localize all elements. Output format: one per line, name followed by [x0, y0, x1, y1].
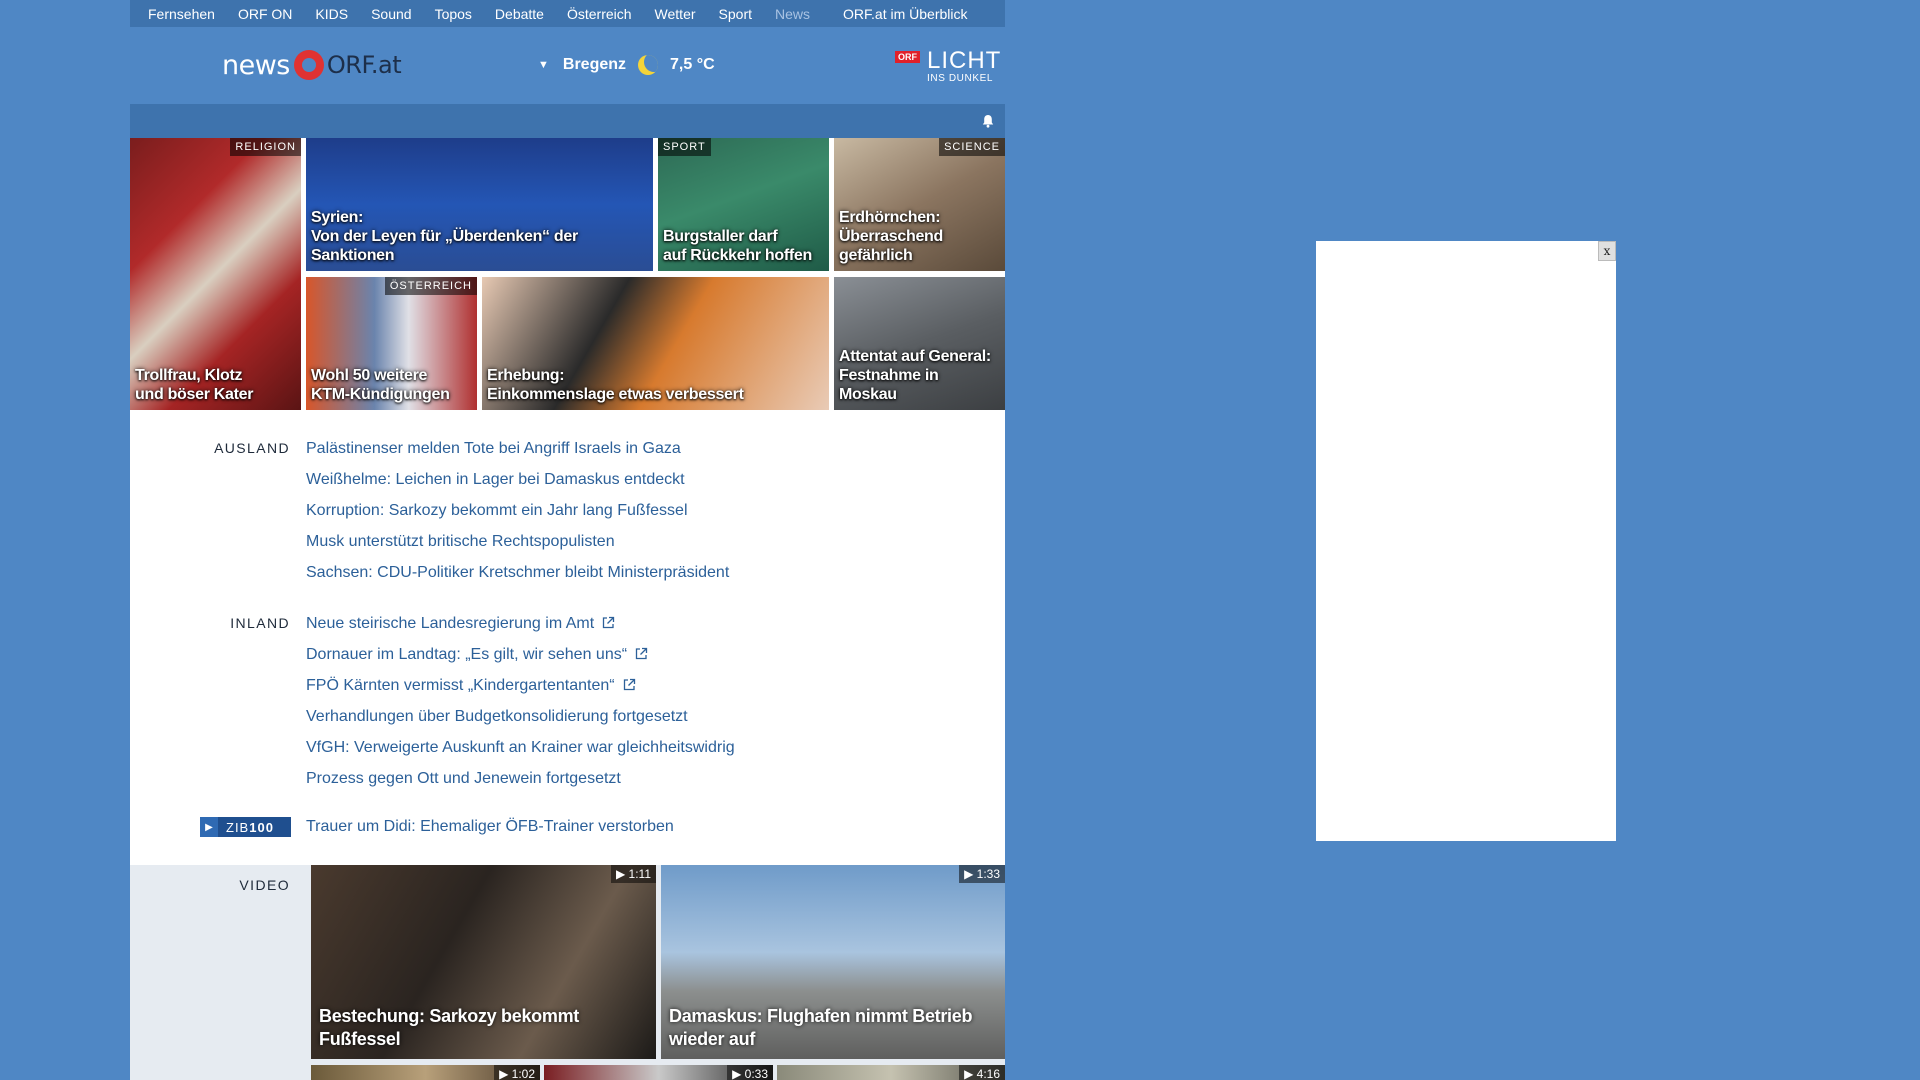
orf-eye-icon: [293, 50, 324, 80]
nav-topos[interactable]: Topos: [435, 6, 472, 22]
nav-news[interactable]: News: [775, 6, 810, 22]
headline-link[interactable]: FPÖ Kärnten vermisst „Kindergartentanten…: [306, 677, 735, 708]
tile-tag: RELIGION: [230, 138, 301, 156]
logo-news-text: news: [222, 49, 290, 81]
video-tile-3[interactable]: ▶ 1:02: [311, 1065, 540, 1080]
weather-location: Bregenz: [562, 56, 627, 73]
licht-ins-dunkel-logo[interactable]: ORF LICHT INS DUNKEL: [895, 47, 1005, 85]
nav-oesterreich[interactable]: Österreich: [567, 6, 632, 22]
caret-down-icon[interactable]: ▼: [538, 59, 549, 71]
video-duration: ▶ 0:33: [727, 1065, 773, 1080]
weather-temperature: 7,5 °C: [670, 56, 715, 73]
headline-link[interactable]: Trauer um Didi: Ehemaliger ÖFB-Trainer v…: [306, 818, 674, 849]
headline-link[interactable]: Verhandlungen über Budgetkonsolidierung …: [306, 708, 735, 739]
tile-caption: Syrien: Von der Leyen für „Überdenken“ de…: [311, 209, 578, 264]
nav-orf-overview[interactable]: ORF.at im Überblick: [843, 6, 967, 22]
close-ad-button[interactable]: x: [1598, 241, 1616, 261]
tile-caption: Trollfrau, Klotz und böser Kater: [135, 367, 254, 403]
headline-list: Neue steirische Landesregierung im Amt D…: [306, 615, 735, 801]
tile-caption: Erhebung: Einkommenslage etwas verbessert: [487, 367, 744, 403]
video-tile-damaskus[interactable]: ▶ 1:33 Damaskus: Flughafen nimmt Betrieb…: [661, 865, 1005, 1059]
bell-icon[interactable]: [981, 114, 995, 128]
section-label: AUSLAND: [214, 440, 290, 456]
video-tile-4[interactable]: ▶ 0:33: [544, 1065, 773, 1080]
nav-fernsehen[interactable]: Fernsehen: [148, 6, 215, 22]
nav-wetter[interactable]: Wetter: [655, 6, 696, 22]
moon-icon: [638, 55, 659, 75]
video-caption: Damaskus: Flughafen nimmt Betrieb wieder …: [669, 1006, 973, 1049]
tile-caption: Attentat auf General: Festnahme in Moskau: [839, 348, 991, 403]
notification-bar: [130, 104, 1005, 138]
external-link-icon: [623, 678, 635, 691]
headline-link[interactable]: Sachsen: CDU-Politiker Kretschmer bleibt…: [306, 564, 729, 595]
headline-link[interactable]: Prozess gegen Ott und Jenewein fortgeset…: [306, 770, 735, 801]
external-link-icon: [635, 647, 648, 660]
top-navigation: Fernsehen ORF ON KIDS Sound Topos Debatt…: [130, 0, 1005, 27]
tile-oesterreich[interactable]: ÖSTERREICH Wohl 50 weitere KTM-Kündigunge…: [306, 277, 477, 410]
site-header: news ORF.at ▼ Bregenz 7,5 °C ORF LICHT I…: [130, 27, 1005, 104]
ad-box: x: [1316, 241, 1616, 841]
headline-link[interactable]: VfGH: Verweigerte Auskunft an Krainer wa…: [306, 739, 735, 770]
nav-sport[interactable]: Sport: [719, 6, 752, 22]
headline-lists: AUSLAND Palästinenser melden Tote bei An…: [130, 410, 1005, 865]
headline-link[interactable]: Dornauer im Landtag: „Es gilt, wir sehen…: [306, 646, 735, 677]
headline-link[interactable]: Musk unterstützt britische Rechtspopulis…: [306, 533, 729, 564]
headline-link[interactable]: Korruption: Sarkozy bekommt ein Jahr lan…: [306, 502, 729, 533]
nav-kids[interactable]: KIDS: [315, 6, 348, 22]
nav-sound[interactable]: Sound: [371, 6, 411, 22]
tile-caption: Burgstaller darf auf Rückkehr hoffen: [663, 228, 812, 264]
headline-list: Trauer um Didi: Ehemaliger ÖFB-Trainer v…: [306, 818, 674, 849]
tile-sport[interactable]: SPORT Burgstaller darf auf Rückkehr hoffe…: [658, 138, 829, 271]
tile-religion[interactable]: RELIGION Trollfrau, Klotz und böser Kater: [130, 138, 301, 410]
licht-subtitle: INS DUNKEL: [927, 73, 994, 84]
section-label: VIDEO: [239, 877, 290, 893]
licht-title: LICHT: [927, 47, 1002, 74]
video-duration: ▶ 1:33: [959, 865, 1005, 883]
tile-caption: Erdhörnchen: Überraschend gefährlich: [839, 209, 943, 264]
logo-orf-text: ORF.at: [326, 51, 402, 79]
weather-widget[interactable]: ▼ Bregenz 7,5 °C: [538, 55, 715, 75]
tile-tag: ÖSTERREICH: [384, 277, 477, 295]
video-duration: ▶ 1:11: [610, 865, 656, 883]
tile-attentat[interactable]: Attentat auf General: Festnahme in Moskau: [834, 277, 1005, 410]
video-duration: ▶ 4:16: [959, 1065, 1005, 1080]
tile-science[interactable]: SCIENCE Erdhörnchen: Überraschend gefährli…: [834, 138, 1005, 271]
section-label: INLAND: [230, 615, 290, 631]
tile-syrien[interactable]: Syrien: Von der Leyen für „Überdenken“ de…: [306, 138, 653, 271]
play-icon: ▶: [200, 817, 218, 837]
tile-erhebung[interactable]: Erhebung: Einkommenslage etwas verbessert: [482, 277, 829, 410]
zib100-label: ZIB100: [226, 819, 274, 835]
headline-link[interactable]: Neue steirische Landesregierung im Amt: [306, 615, 735, 646]
video-tile-5[interactable]: ▶ 4:16: [777, 1065, 1005, 1080]
tile-tag: SPORT: [658, 138, 711, 156]
tile-caption: Wohl 50 weitere KTM-Kündigungen: [311, 367, 450, 403]
external-link-icon: [603, 616, 615, 629]
news-orf-logo[interactable]: news ORF.at: [222, 49, 402, 81]
nav-orf-on[interactable]: ORF ON: [238, 6, 292, 22]
nav-debatte[interactable]: Debatte: [495, 6, 544, 22]
story-tiles: RELIGION Trollfrau, Klotz und böser Kater…: [130, 138, 1005, 410]
video-caption: Bestechung: Sarkozy bekommt Fußfessel: [319, 1006, 579, 1049]
headline-link[interactable]: Palästinenser melden Tote bei Angriff Is…: [306, 440, 729, 471]
headline-list: Palästinenser melden Tote bei Angriff Is…: [306, 440, 729, 595]
video-section: VIDEO ▶ 1:11 Bestechung: Sarkozy bekommt…: [130, 865, 1005, 1080]
headline-link[interactable]: Weißhelme: Leichen in Lager bei Damaskus…: [306, 471, 729, 502]
zib100-badge[interactable]: ▶ ZIB100: [200, 817, 291, 837]
orf-badge: ORF: [895, 51, 920, 63]
tile-tag: SCIENCE: [939, 138, 1005, 156]
video-duration: ▶ 1:02: [494, 1065, 540, 1080]
video-tile-sarkozy[interactable]: ▶ 1:11 Bestechung: Sarkozy bekommt Fußfe…: [311, 865, 656, 1059]
